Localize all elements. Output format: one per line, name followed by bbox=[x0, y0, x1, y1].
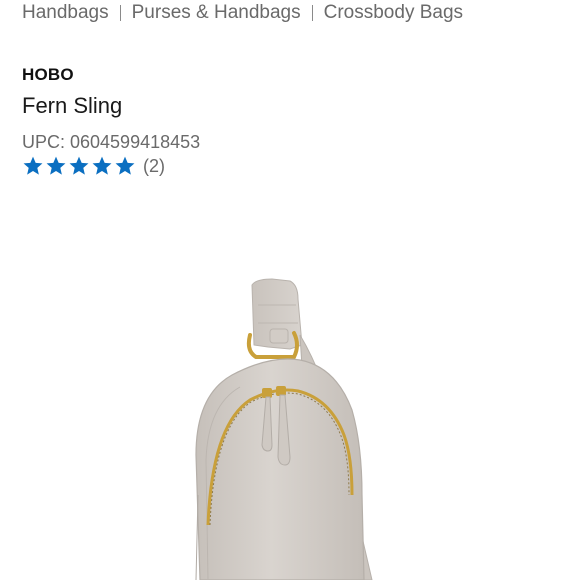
breadcrumb-item-handbags[interactable]: Handbags bbox=[22, 2, 109, 24]
product-image[interactable] bbox=[0, 195, 580, 580]
product-rating[interactable]: (2) bbox=[22, 155, 165, 177]
breadcrumb-item-crossbody-bags[interactable]: Crossbody Bags bbox=[324, 2, 463, 24]
product-title: Fern Sling bbox=[22, 93, 123, 118]
breadcrumb: Handbags Purses & Handbags Crossbody Bag… bbox=[22, 0, 463, 26]
star-icon bbox=[23, 156, 43, 175]
star-icon bbox=[92, 156, 112, 175]
breadcrumb-separator bbox=[119, 5, 121, 21]
star-icon bbox=[115, 156, 135, 175]
review-count[interactable]: (2) bbox=[143, 156, 165, 177]
star-icon bbox=[46, 156, 66, 175]
rating-stars bbox=[22, 155, 136, 177]
product-upc: UPC: 0604599418453 bbox=[22, 132, 201, 152]
breadcrumb-item-purses-handbags[interactable]: Purses & Handbags bbox=[132, 2, 301, 24]
star-icon bbox=[69, 156, 89, 175]
breadcrumb-separator bbox=[311, 5, 313, 21]
product-brand[interactable]: HOBO bbox=[22, 65, 74, 85]
